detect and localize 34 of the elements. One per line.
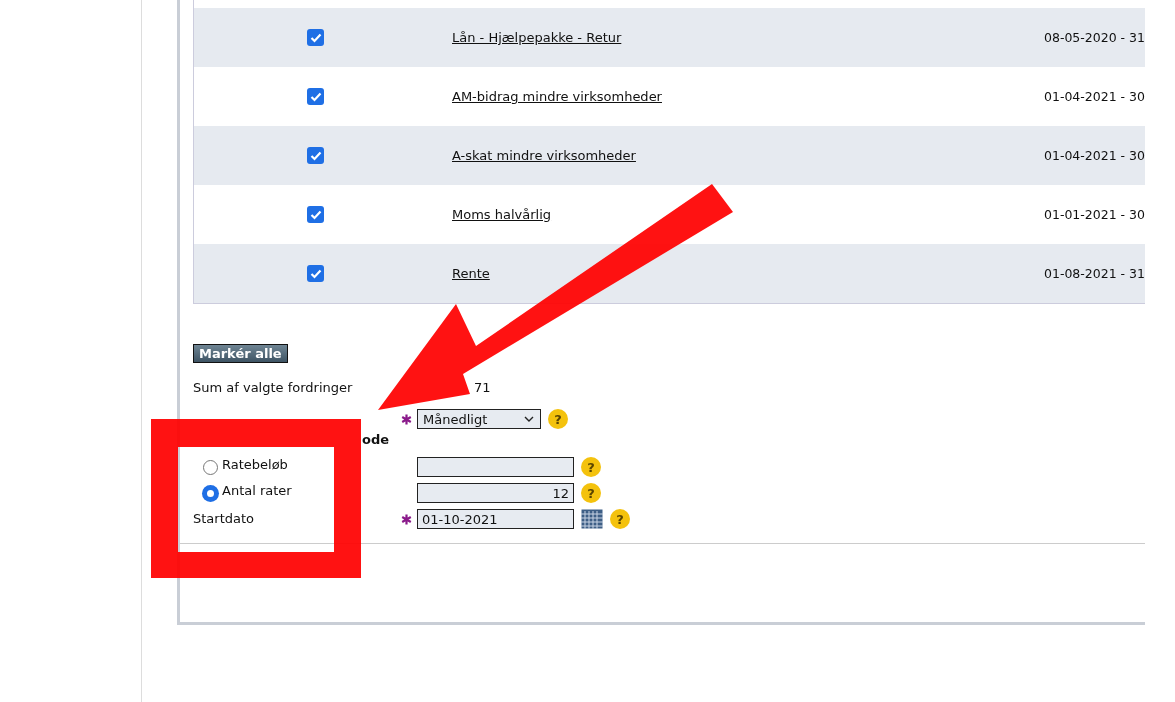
checkbox[interactable] xyxy=(307,88,324,105)
radio-label: Ratebeløb xyxy=(222,456,288,472)
checkbox[interactable] xyxy=(307,265,324,282)
help-button[interactable]: ? xyxy=(548,409,568,429)
mark-all-button[interactable]: Markér alle xyxy=(193,344,288,363)
claim-link[interactable]: AM-bidrag mindre virksomheder xyxy=(452,89,1044,104)
period-text: 08-05-2020 - 31 xyxy=(1044,30,1145,45)
sum-value: 71 xyxy=(474,380,492,395)
input-field[interactable]: 12 xyxy=(417,483,574,503)
method-heading: ode xyxy=(362,431,390,447)
claim-link[interactable]: Rente xyxy=(452,266,1044,281)
period-text: 01-08-2021 - 31 xyxy=(1044,266,1145,281)
radio-button[interactable] xyxy=(203,459,218,475)
frequency-dropdown[interactable]: Månedligt xyxy=(417,409,541,429)
sum-label: Sum af valgte fordringer xyxy=(193,380,354,395)
help-button[interactable]: ? xyxy=(581,483,601,503)
checkbox[interactable] xyxy=(307,29,324,46)
period-text: 01-04-2021 - 30 xyxy=(1044,148,1145,163)
claim-link[interactable]: Moms halvårlig xyxy=(452,207,1044,222)
checkbox[interactable] xyxy=(307,206,324,223)
start-date-label: Startdato xyxy=(193,510,256,526)
calendar-icon[interactable] xyxy=(581,509,603,529)
date-field[interactable]: 01-10-2021 xyxy=(417,509,574,529)
help-button[interactable]: ? xyxy=(581,457,601,477)
input-field[interactable] xyxy=(417,457,574,477)
help-button[interactable]: ? xyxy=(610,509,630,529)
period-text: 01-01-2021 - 30 xyxy=(1044,207,1145,222)
period-text: 01-04-2021 - 30 xyxy=(1044,89,1145,104)
radio-label: Antal rater xyxy=(222,482,292,498)
radio-button[interactable] xyxy=(203,485,218,501)
checkbox[interactable] xyxy=(307,147,324,164)
chevron-down-icon xyxy=(524,416,534,422)
claim-link[interactable]: Lån - Hjælpepakke - Retur xyxy=(452,30,1044,45)
claim-link[interactable]: A-skat mindre virksomheder xyxy=(452,148,1044,163)
